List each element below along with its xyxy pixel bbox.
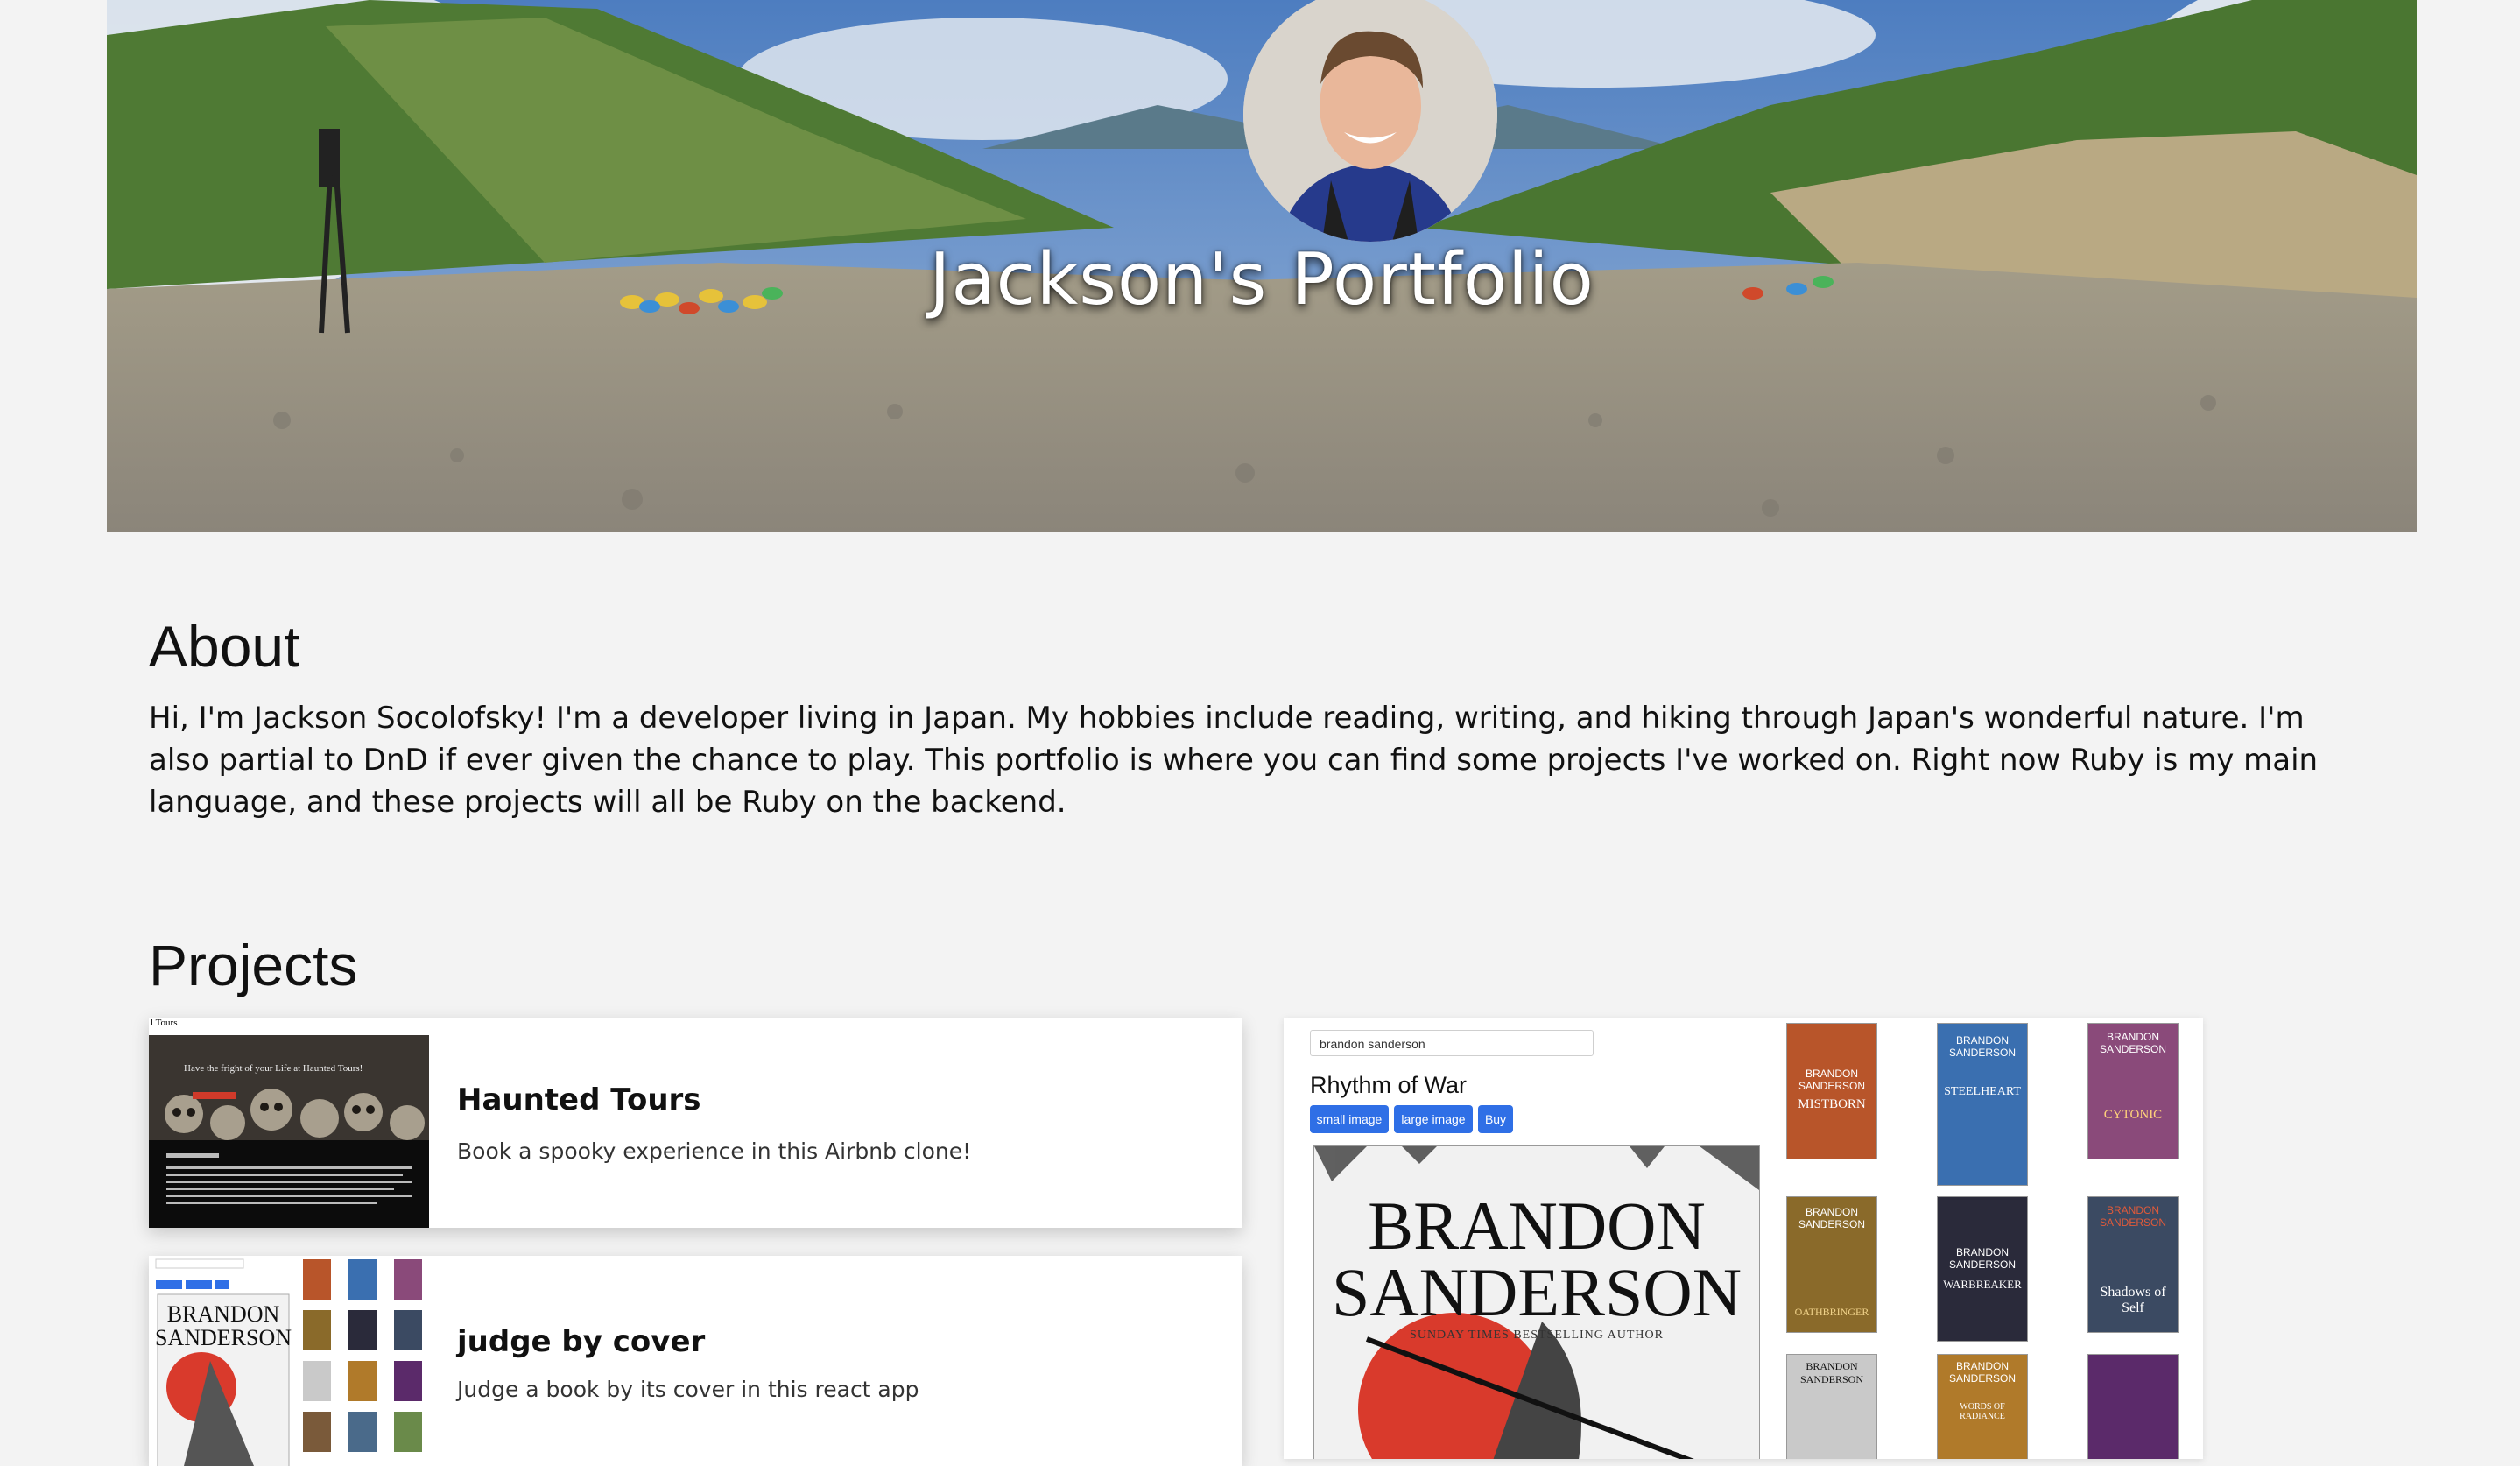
profile-avatar	[1243, 0, 1497, 242]
book-thumbnail[interactable]: BRANDON SANDERSON STEELHEART	[1937, 1023, 2028, 1186]
thumbnail-title: CYTONIC	[2103, 1108, 2163, 1122]
book-title: Rhythm of War	[1310, 1072, 1468, 1098]
project-card-judge-by-cover[interactable]: BRANDON SANDERSON judge by cover Judge a…	[149, 1256, 1242, 1466]
thumbnail-author: BRANDON SANDERSON	[2099, 1031, 2166, 1055]
judge-by-cover-preview-image: BRANDON SANDERSON	[155, 1258, 422, 1466]
project-description: Book a spooky experience in this Airbnb …	[457, 1138, 972, 1164]
book-thumbnail[interactable]: BRANDON SANDERSON OATHBRINGER	[1786, 1196, 1877, 1333]
buy-button[interactable]: Buy	[1478, 1105, 1513, 1133]
profile-photo-image	[1243, 0, 1497, 242]
haunted-tours-thumbnail: l Tours Have the fright of your Life at …	[149, 1018, 429, 1228]
thumb-header: l Tours	[149, 1018, 429, 1035]
thumbnail-author: BRANDON SANDERSON	[1948, 1360, 2016, 1385]
thumbnail-author: BRANDON SANDERSON	[1948, 1246, 2016, 1271]
about-paragraph: Hi, I'm Jackson Socolofsky! I'm a develo…	[149, 701, 2319, 820]
book-thumbnail[interactable]: BRANDON SANDERSON MISTBORN	[1786, 1023, 1877, 1159]
thumbnail-title: WORDS OF RADIANCE	[1960, 1402, 2005, 1421]
project-title[interactable]: judge by cover	[457, 1324, 705, 1359]
thumbnail-title: OATHBRINGER	[1794, 1306, 1869, 1318]
cover-author-line2: SANDERSON	[1331, 1254, 1742, 1330]
main-book-cover: BRANDON SANDERSON SUNDAY TIMES BESTSELLI…	[1313, 1145, 1760, 1459]
cover-author-line1: BRANDON	[1368, 1188, 1706, 1264]
thumb-banner-text: Have the fright of your Life at Haunted …	[184, 1063, 363, 1074]
large-image-button[interactable]: large image	[1394, 1105, 1473, 1133]
svg-text:BRANDON: BRANDON	[167, 1301, 280, 1327]
thumbnail-author: BRANDON SANDERSON	[1799, 1360, 1863, 1385]
thumbnail-author: BRANDON SANDERSON	[1948, 1034, 2016, 1059]
thumbnail-title: STEELHEART	[1944, 1085, 2021, 1098]
project-card-haunted-tours[interactable]: l Tours Have the fright of your Life at …	[149, 1018, 1242, 1228]
book-thumbnail[interactable]: BRANDON SANDERSON WORDS OF RADIANCE	[1937, 1354, 2028, 1459]
project-title[interactable]: Haunted Tours	[457, 1082, 701, 1117]
svg-text:SANDERSON: SANDERSON	[155, 1325, 292, 1350]
book-thumbnail[interactable]: BRANDON SANDERSON WARBREAKER	[1937, 1196, 2028, 1342]
thumbnail-author: BRANDON SANDERSON	[2099, 1204, 2166, 1229]
projects-heading: Projects	[149, 933, 358, 997]
hero-banner: Jackson's Portfolio	[107, 0, 2417, 532]
judge-by-cover-thumbnail: BRANDON SANDERSON	[149, 1256, 429, 1466]
thumbnail-title: Shadows of Self	[2100, 1285, 2166, 1315]
thumbnail-title: MISTBORN	[1798, 1097, 1866, 1111]
book-thumbnail[interactable]	[2087, 1354, 2179, 1459]
thumbnail-title: WARBREAKER	[1943, 1278, 2022, 1291]
thumbnail-author: BRANDON SANDERSON	[1798, 1068, 1865, 1092]
book-search-input[interactable]: brandon sanderson	[1310, 1030, 1594, 1056]
book-thumbnail[interactable]: BRANDON SANDERSON CYTONIC	[2087, 1023, 2179, 1159]
judge-by-cover-screenshot: brandon sanderson Rhythm of War small im…	[1284, 1018, 2203, 1459]
portfolio-title: Jackson's Portfolio	[929, 238, 1594, 321]
cover-tagline: SUNDAY TIMES BESTSELLING AUTHOR	[1410, 1329, 1664, 1342]
small-image-button[interactable]: small image	[1310, 1105, 1389, 1133]
thumbnail-bg	[2088, 1355, 2178, 1459]
thumbnail-author: BRANDON SANDERSON	[1798, 1206, 1865, 1230]
about-heading: About	[149, 614, 300, 679]
book-thumbnail[interactable]: BRANDON SANDERSON Shadows of Self	[2087, 1196, 2179, 1333]
book-thumbnail[interactable]: BRANDON SANDERSON	[1786, 1354, 1877, 1459]
project-description: Judge a book by its cover in this react …	[457, 1377, 919, 1402]
